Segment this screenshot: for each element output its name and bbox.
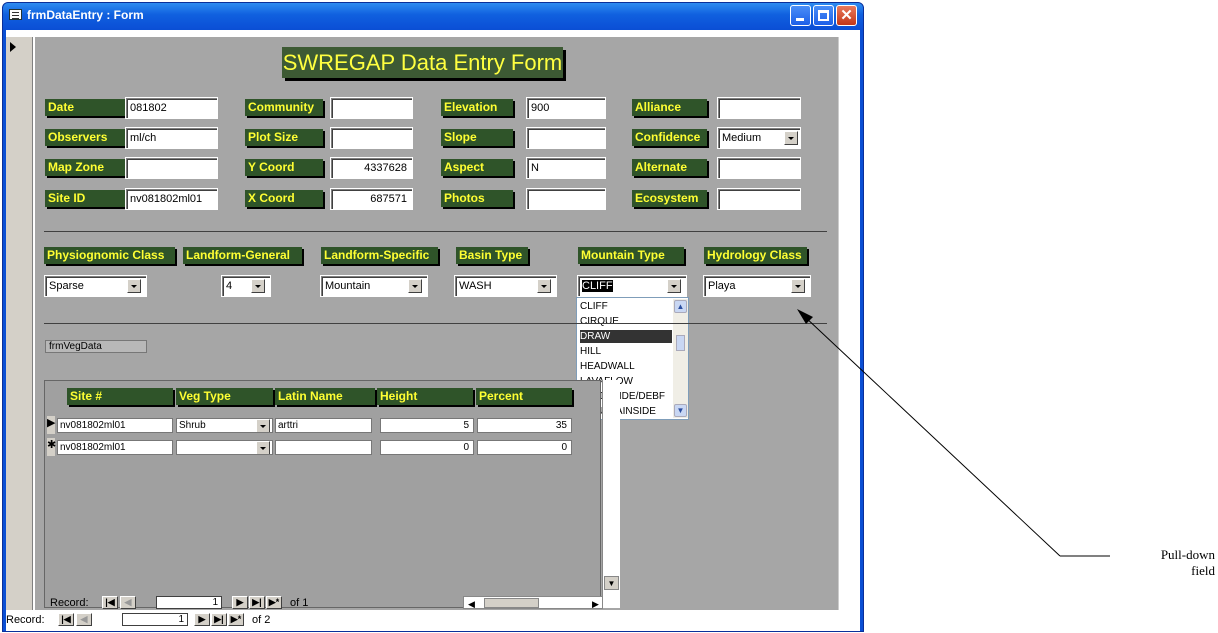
annotation-line-1: Pull-down bbox=[1160, 547, 1215, 562]
annotation-arrow bbox=[797, 309, 1110, 557]
annotation-line-2: field bbox=[1191, 563, 1215, 578]
annotation-text: Pull-down field bbox=[1115, 547, 1215, 579]
